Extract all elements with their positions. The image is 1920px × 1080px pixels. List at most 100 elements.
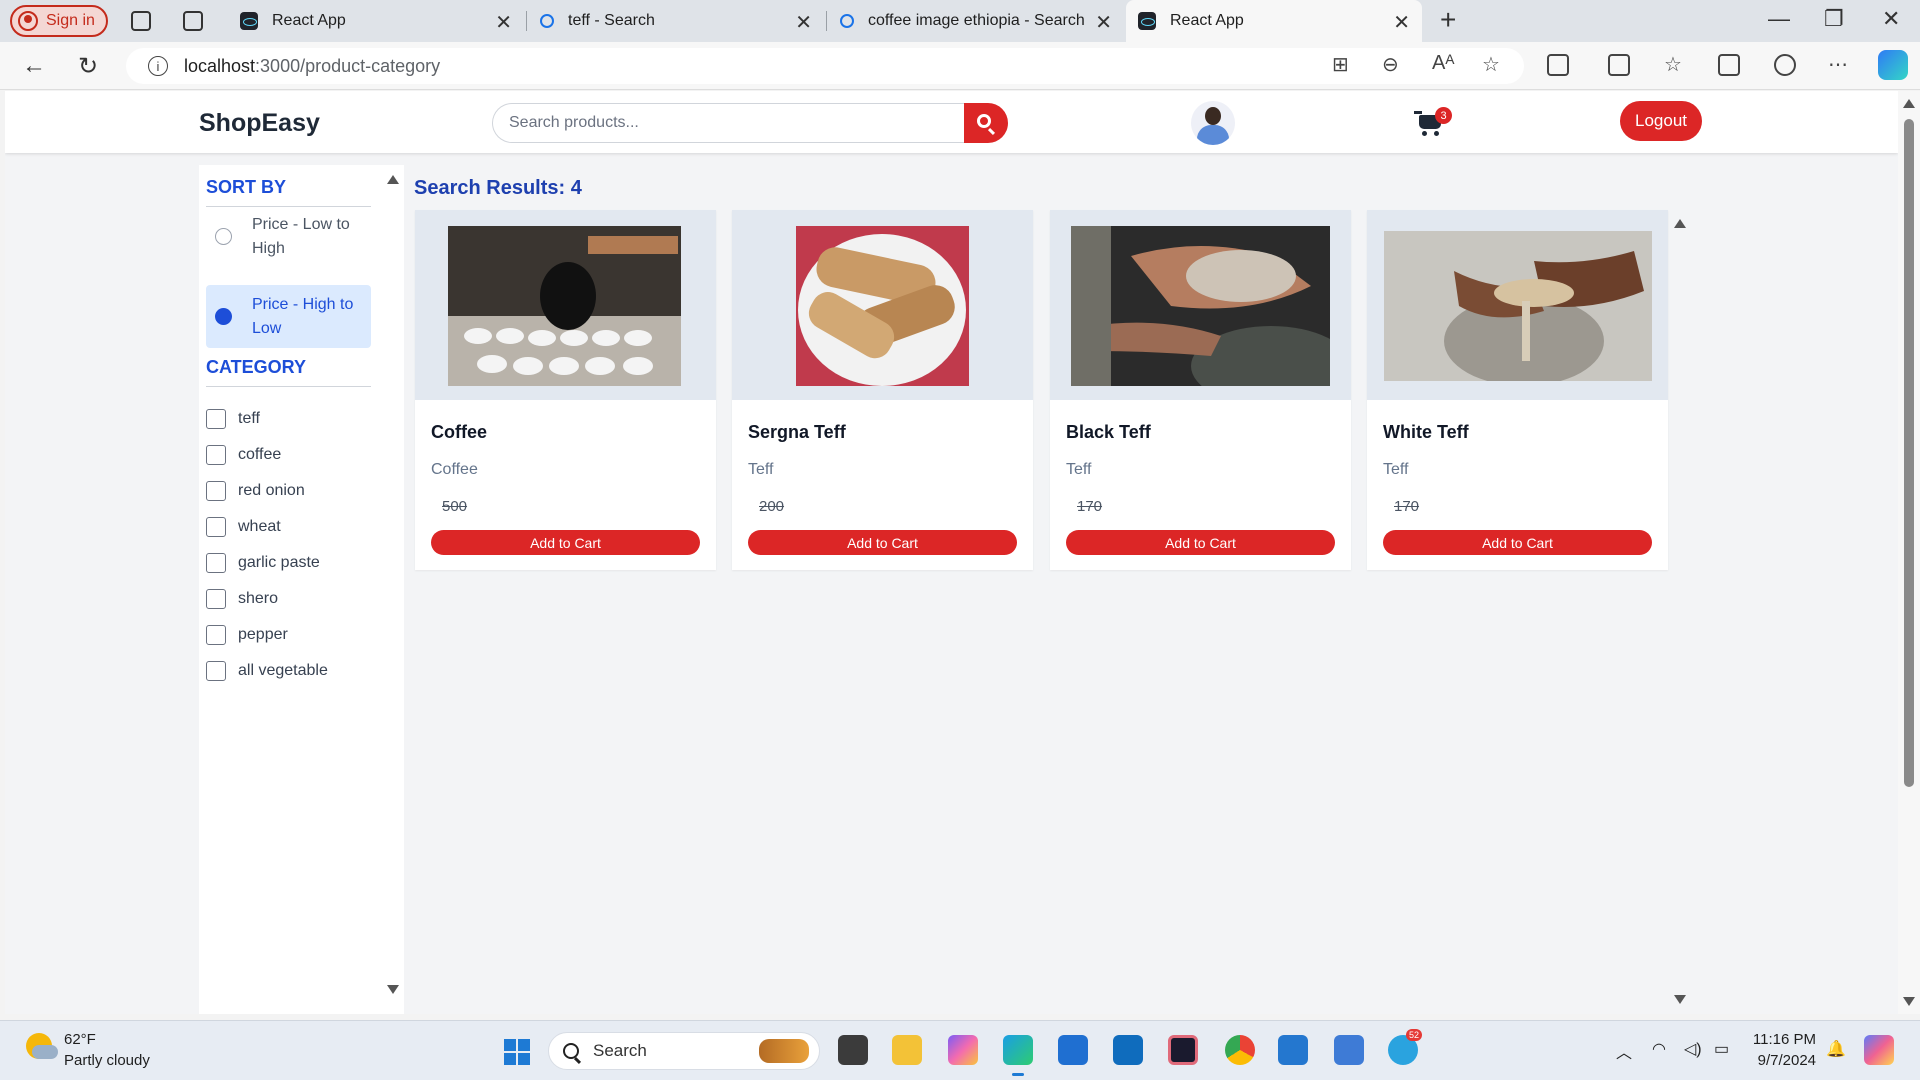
restore-icon[interactable]: ❐ [1824,6,1844,32]
sort-option-high-low[interactable]: Price - High to Low [206,285,371,348]
close-tab-icon[interactable]: ✕ [1393,10,1410,35]
close-window-icon[interactable]: ✕ [1882,6,1900,32]
new-tab-button[interactable]: + [1440,4,1456,36]
telegram-icon[interactable]: 52 [1388,1029,1423,1065]
checkbox[interactable] [206,661,226,681]
category-shero[interactable]: shero [206,588,278,610]
store-icon[interactable] [1058,1035,1088,1065]
copilot-pre-icon[interactable] [1864,1035,1894,1065]
close-tab-icon[interactable]: ✕ [795,10,812,35]
back-arrow-icon[interactable]: ← [22,52,46,80]
tab-coffee-search[interactable]: coffee image ethiopia - Search Im ✕ [828,0,1124,42]
product-card[interactable]: White Teff Teff 170 Add to Cart [1367,210,1668,570]
product-card[interactable]: Coffee Coffee 500 Add to Cart [415,210,716,570]
read-aloud-icon[interactable]: Aᴬ [1432,52,1454,75]
taskbar-search[interactable]: Search [548,1032,820,1070]
workspaces-icon[interactable] [131,11,151,31]
notepad-icon[interactable] [1334,1035,1364,1065]
scroll-down-arrow[interactable] [1674,995,1686,1004]
tab-teff-search[interactable]: teff - Search ✕ [528,0,824,42]
radio-button-selected[interactable] [215,308,232,325]
address-bar[interactable]: i localhost:3000/product-category [126,48,1524,84]
category-teff[interactable]: teff [206,408,260,430]
more-menu-icon[interactable]: ⋯ [1828,52,1848,77]
add-to-cart-button[interactable]: Add to Cart [1066,530,1335,555]
product-card[interactable]: Black Teff Teff 170 Add to Cart [1050,210,1351,570]
product-image[interactable] [1384,231,1652,381]
scroll-down-arrow[interactable] [387,985,399,994]
category-all-vegetable[interactable]: all vegetable [206,660,328,682]
close-tab-icon[interactable]: ✕ [495,10,512,35]
add-to-cart-button[interactable]: Add to Cart [1383,530,1652,555]
favorites-icon[interactable]: ☆ [1664,52,1682,77]
add-to-cart-button[interactable]: Add to Cart [748,530,1017,555]
start-button[interactable] [504,1039,530,1065]
lens-icon[interactable] [1168,1035,1198,1065]
vscode-icon[interactable] [1278,1035,1308,1065]
product-card[interactable]: Sergna Teff Teff 200 Add to Cart [732,210,1033,570]
page-scrollbar[interactable] [1898,91,1920,1014]
chrome-icon[interactable] [1225,1035,1255,1065]
checkbox[interactable] [206,625,226,645]
checkbox[interactable] [206,481,226,501]
extensions-icon[interactable] [1547,54,1569,76]
app-install-icon[interactable]: ⊞ [1332,52,1349,77]
copilot-app-icon[interactable] [948,1035,978,1065]
sort-option-low-high[interactable]: Price - Low to High [206,205,371,268]
product-name[interactable]: Sergna Teff [748,422,846,443]
collections-icon[interactable] [1718,54,1740,76]
volume-icon[interactable]: ◁) [1684,1039,1702,1059]
sign-in-button[interactable]: Sign in [10,5,108,37]
weather-icon[interactable] [26,1033,58,1059]
category-coffee[interactable]: coffee [206,444,281,466]
avatar[interactable] [1191,101,1235,145]
clock-date[interactable]: 9/7/2024 [1744,1052,1816,1069]
tab-actions-icon[interactable] [183,11,203,31]
category-red-onion[interactable]: red onion [206,480,305,502]
product-image[interactable] [1071,226,1330,386]
edge-icon[interactable] [1003,1035,1033,1076]
url-text[interactable]: localhost:3000/product-category [184,56,440,77]
task-view-icon[interactable] [838,1035,868,1065]
split-screen-icon[interactable] [1608,54,1630,76]
scroll-up-arrow[interactable] [387,175,399,184]
category-pepper[interactable]: pepper [206,624,288,646]
notification-bell-icon[interactable]: 🔔 [1826,1039,1846,1059]
product-name[interactable]: White Teff [1383,422,1469,443]
chevron-up-icon[interactable]: ︿ [1616,1039,1632,1063]
add-to-cart-button[interactable]: Add to Cart [431,530,700,555]
browser-essentials-icon[interactable] [1774,54,1796,76]
checkbox[interactable] [206,409,226,429]
tab-react-app-active[interactable]: React App ✕ [1126,0,1422,42]
category-garlic-paste[interactable]: garlic paste [206,552,320,574]
info-icon[interactable]: i [148,56,168,76]
tab-react-app-1[interactable]: React App ✕ [228,0,524,42]
wifi-icon[interactable]: ◠ [1652,1039,1666,1059]
zoom-out-icon[interactable]: ⊖ [1382,52,1399,77]
product-name[interactable]: Black Teff [1066,422,1151,443]
clock-time[interactable]: 11:16 PM [1752,1031,1816,1048]
battery-icon[interactable]: ▭ [1714,1039,1729,1059]
scroll-up-arrow[interactable] [1674,219,1686,228]
product-image[interactable] [448,226,681,386]
weather-condition[interactable]: Partly cloudy [64,1052,150,1069]
favorite-star-icon[interactable]: ☆ [1482,52,1500,77]
logout-button[interactable]: Logout [1620,101,1702,141]
file-explorer-icon[interactable] [892,1035,922,1065]
checkbox[interactable] [206,589,226,609]
refresh-icon[interactable]: ↻ [78,52,98,81]
outlook-icon[interactable] [1113,1035,1143,1065]
close-tab-icon[interactable]: ✕ [1095,10,1112,35]
checkbox[interactable] [206,445,226,465]
copilot-icon[interactable] [1878,50,1908,80]
product-image[interactable] [796,226,969,386]
radio-button[interactable] [215,228,232,245]
minimize-icon[interactable]: — [1768,6,1790,32]
scrollbar-thumb[interactable] [1904,119,1914,787]
scroll-up-arrow[interactable] [1903,99,1915,108]
brand-logo[interactable]: ShopEasy [199,109,320,138]
cart-button[interactable]: 3 [1414,107,1452,137]
search-button[interactable] [964,103,1008,143]
search-input[interactable] [492,103,964,143]
scroll-down-arrow[interactable] [1903,997,1915,1006]
